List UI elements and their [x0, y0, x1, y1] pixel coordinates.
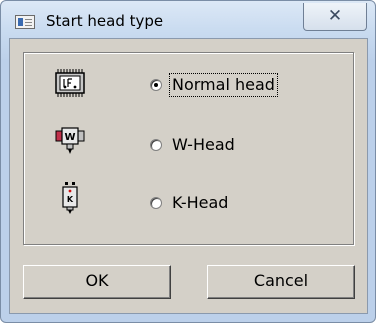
cancel-button[interactable]: Cancel	[207, 265, 355, 299]
head-type-group: Normal head W W-Head K K-Head	[23, 52, 354, 245]
radio-label-k-head[interactable]: K-Head	[170, 192, 230, 214]
svg-text:K: K	[67, 195, 74, 204]
option-row-k-head[interactable]: K K-Head	[24, 182, 353, 223]
k-head-icon: K	[62, 182, 78, 214]
radio-label-w-head[interactable]: W-Head	[170, 134, 237, 156]
app-icon	[15, 15, 35, 29]
svg-text:W: W	[64, 132, 75, 143]
option-row-normal-head[interactable]: Normal head	[24, 65, 353, 105]
radio-label-normal-head[interactable]: Normal head	[169, 73, 278, 97]
dialog-window: Start head type ✕ Normal head W W-Head K…	[0, 0, 376, 323]
option-row-w-head[interactable]: W W-Head	[24, 125, 353, 165]
w-head-icon: W	[55, 127, 85, 154]
close-icon: ✕	[327, 6, 343, 26]
radio-normal-head[interactable]	[150, 79, 162, 91]
ok-button[interactable]: OK	[23, 265, 171, 299]
radio-k-head[interactable]	[150, 197, 162, 209]
dialog-client-area: Normal head W W-Head K K-Head OK Cancel	[9, 38, 368, 314]
radio-w-head[interactable]	[150, 139, 162, 151]
close-button[interactable]: ✕	[303, 3, 367, 31]
normal-head-icon	[55, 69, 85, 97]
window-title: Start head type	[46, 12, 164, 30]
